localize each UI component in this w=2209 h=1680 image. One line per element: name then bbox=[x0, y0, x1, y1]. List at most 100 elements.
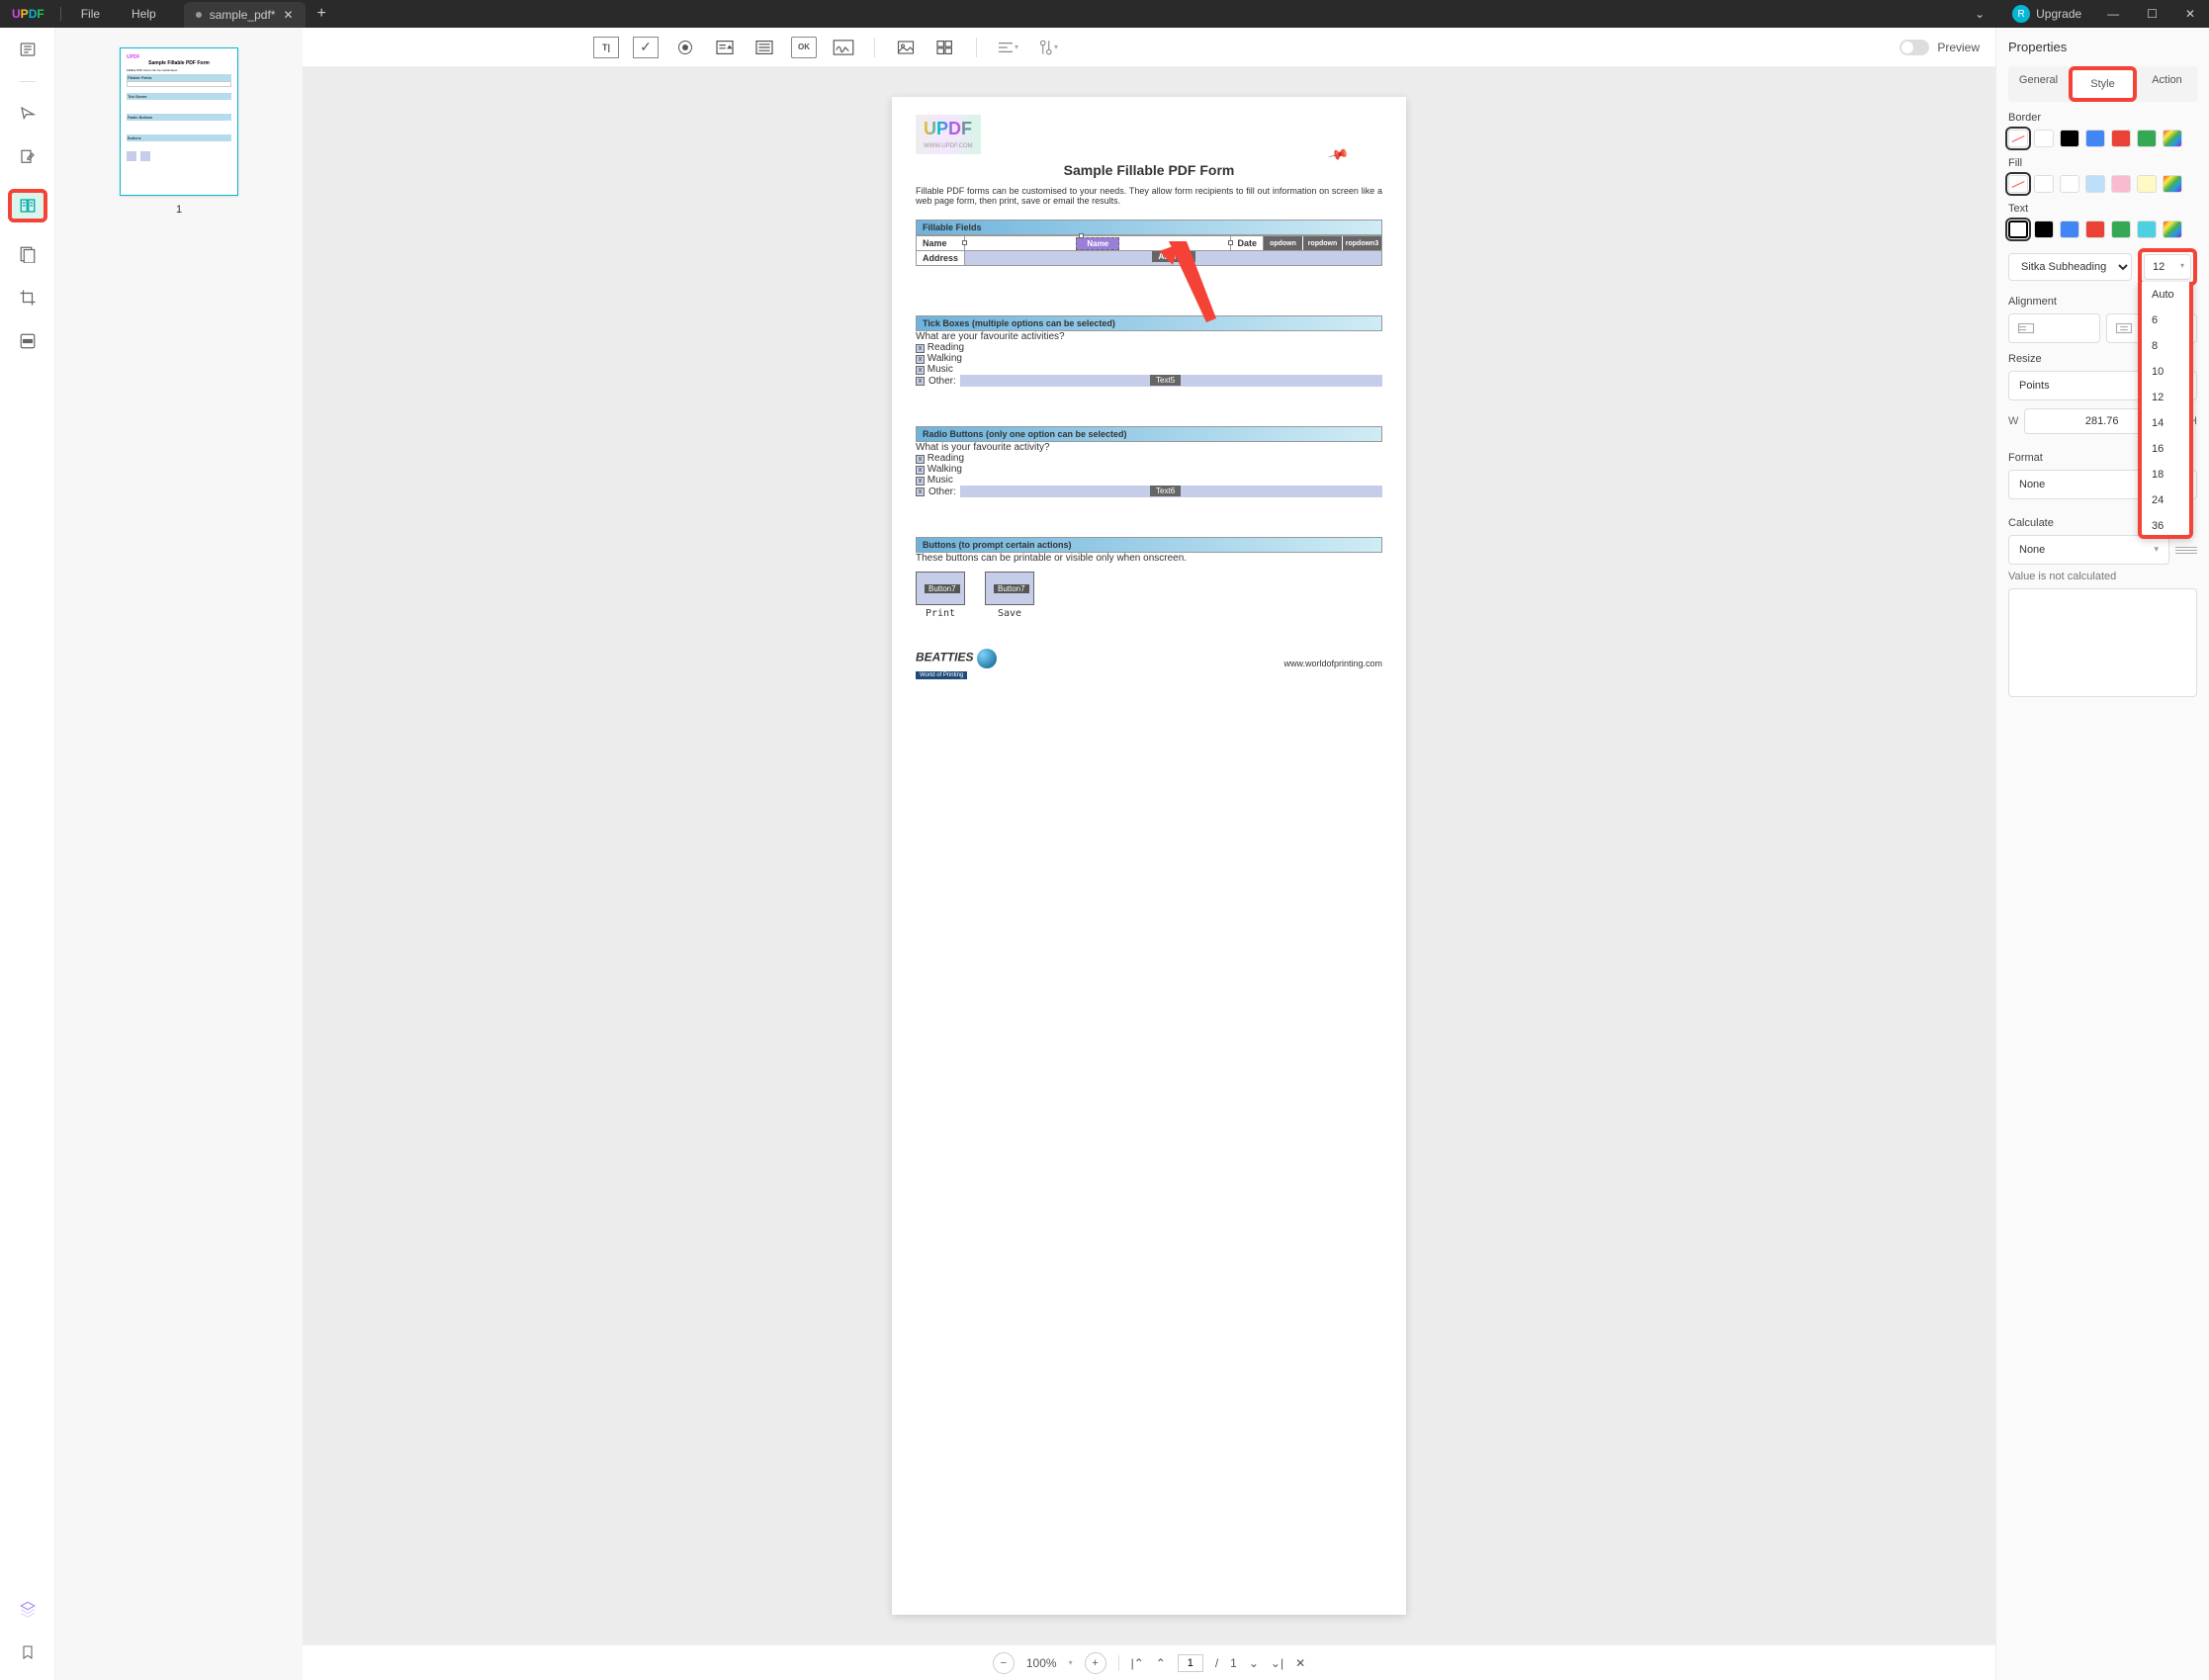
radio[interactable]: x bbox=[916, 477, 925, 486]
dropdown-field[interactable]: ropdown bbox=[1303, 236, 1343, 250]
swatch-red[interactable] bbox=[2085, 221, 2105, 238]
size-option[interactable]: 36 bbox=[2142, 513, 2189, 539]
size-option[interactable]: Auto bbox=[2142, 282, 2189, 308]
address-field-label[interactable]: Address bbox=[1152, 251, 1195, 262]
checkbox[interactable]: x bbox=[916, 344, 925, 353]
prev-page-button[interactable]: ⌃ bbox=[1156, 1656, 1166, 1670]
dropdown-field[interactable]: ropdown3 bbox=[1343, 236, 1381, 250]
swatch-multi[interactable] bbox=[2163, 175, 2182, 193]
tab-style[interactable]: Style bbox=[2069, 66, 2137, 102]
calc-textarea[interactable] bbox=[2008, 588, 2197, 697]
size-option[interactable]: 24 bbox=[2142, 487, 2189, 513]
swatch-none[interactable] bbox=[2008, 175, 2028, 193]
listbox-tool-icon[interactable] bbox=[751, 37, 777, 58]
text-field-tool-icon[interactable]: T| bbox=[593, 37, 619, 58]
image-tool-icon[interactable] bbox=[893, 37, 919, 58]
radio-tool-icon[interactable] bbox=[672, 37, 698, 58]
radio[interactable]: x bbox=[916, 455, 925, 464]
bookmark-icon[interactable] bbox=[16, 1640, 40, 1664]
radio[interactable]: x bbox=[916, 466, 925, 475]
swatch-lblue[interactable] bbox=[2085, 175, 2105, 193]
text5-field[interactable]: Text5 bbox=[1150, 375, 1181, 386]
page-thumbnail[interactable]: UPDF Sample Fillable PDF Form Fillable P… bbox=[120, 47, 238, 196]
swatch-red[interactable] bbox=[2111, 130, 2131, 147]
swatch-blue[interactable] bbox=[2060, 221, 2079, 238]
close-window-button[interactable]: ✕ bbox=[2171, 0, 2209, 28]
menu-file[interactable]: File bbox=[65, 7, 116, 21]
first-page-button[interactable]: |⌃ bbox=[1131, 1656, 1144, 1670]
swatch-black-outline[interactable] bbox=[2008, 221, 2028, 238]
minimize-button[interactable]: — bbox=[2093, 0, 2133, 28]
size-option[interactable]: 6 bbox=[2142, 308, 2189, 333]
document-tab[interactable]: sample_pdf* ✕ bbox=[184, 2, 306, 28]
size-option[interactable]: 10 bbox=[2142, 359, 2189, 385]
text6-field[interactable]: Text6 bbox=[1150, 486, 1181, 496]
maximize-button[interactable]: ☐ bbox=[2133, 0, 2171, 28]
button-tool-icon[interactable]: OK bbox=[791, 37, 817, 58]
size-option[interactable]: 8 bbox=[2142, 333, 2189, 359]
layers-icon[interactable] bbox=[16, 1597, 40, 1621]
chevron-down-icon[interactable]: ▾ bbox=[1069, 1658, 1073, 1667]
edit-tool-icon[interactable] bbox=[16, 145, 40, 169]
name-field[interactable]: Name bbox=[1076, 237, 1119, 250]
swatch-lpink[interactable] bbox=[2111, 175, 2131, 193]
close-icon[interactable]: ✕ bbox=[283, 8, 293, 22]
swatch-black[interactable] bbox=[2034, 221, 2054, 238]
form-tool-icon[interactable] bbox=[8, 189, 47, 222]
settings-icon[interactable] bbox=[2175, 541, 2197, 559]
add-tab-button[interactable]: + bbox=[317, 5, 326, 23]
swatch-none[interactable] bbox=[2008, 130, 2028, 147]
calculate-select[interactable]: None bbox=[2008, 535, 2169, 565]
align-left-button[interactable] bbox=[2008, 313, 2100, 343]
dropdown-tool-icon[interactable] bbox=[712, 37, 738, 58]
swatch-lyellow[interactable] bbox=[2137, 175, 2157, 193]
redact-tool-icon[interactable] bbox=[16, 329, 40, 353]
swatch-blue[interactable] bbox=[2085, 130, 2105, 147]
swatch-green[interactable] bbox=[2111, 221, 2131, 238]
swatch-white2[interactable] bbox=[2060, 175, 2079, 193]
canvas-viewport[interactable]: UPDF WWW.UPDF.COM 📌 Sample Fillable PDF … bbox=[303, 67, 1995, 1644]
swatch-green[interactable] bbox=[2137, 130, 2157, 147]
crop-tool-icon[interactable] bbox=[16, 286, 40, 309]
upgrade-button[interactable]: R Upgrade bbox=[2000, 5, 2093, 23]
button-field[interactable]: Button7 bbox=[985, 572, 1034, 605]
radio[interactable]: x bbox=[916, 487, 925, 496]
button-field[interactable]: Button7 bbox=[916, 572, 965, 605]
reader-tool-icon[interactable] bbox=[16, 38, 40, 61]
swatch-black[interactable] bbox=[2060, 130, 2079, 147]
swatch-cyan[interactable] bbox=[2137, 221, 2157, 238]
close-nav-button[interactable]: ✕ bbox=[1295, 1656, 1305, 1670]
date-tool-icon[interactable] bbox=[932, 37, 958, 58]
size-option[interactable]: 14 bbox=[2142, 410, 2189, 436]
zoom-value[interactable]: 100% bbox=[1026, 1656, 1057, 1670]
comment-tool-icon[interactable] bbox=[16, 102, 40, 126]
size-select[interactable]: 12 ▾ bbox=[2144, 254, 2191, 280]
font-select[interactable]: Sitka Subheading Semibold bbox=[2008, 253, 2132, 281]
last-page-button[interactable]: ⌄| bbox=[1271, 1656, 1283, 1670]
swatch-multi[interactable] bbox=[2163, 130, 2182, 147]
organize-tool-icon[interactable] bbox=[16, 242, 40, 266]
checkbox-tool-icon[interactable]: ✓ bbox=[633, 37, 659, 58]
next-page-button[interactable]: ⌄ bbox=[1249, 1656, 1259, 1670]
signature-tool-icon[interactable] bbox=[831, 37, 856, 58]
tab-action[interactable]: Action bbox=[2137, 66, 2197, 102]
zoom-out-button[interactable]: − bbox=[993, 1652, 1015, 1674]
size-option[interactable]: 12 bbox=[2142, 385, 2189, 410]
zoom-in-button[interactable]: + bbox=[1085, 1652, 1106, 1674]
pdf-page[interactable]: UPDF WWW.UPDF.COM 📌 Sample Fillable PDF … bbox=[892, 97, 1406, 1615]
checkbox[interactable]: x bbox=[916, 366, 925, 375]
dropdown-field[interactable]: opdown bbox=[1264, 236, 1303, 250]
swatch-multi[interactable] bbox=[2163, 221, 2182, 238]
swatch-white[interactable] bbox=[2034, 175, 2054, 193]
chevron-down-icon[interactable]: ⌄ bbox=[1959, 7, 2000, 21]
checkbox[interactable]: x bbox=[916, 355, 925, 364]
preview-toggle[interactable] bbox=[1900, 40, 1929, 55]
tools-tool-icon[interactable]: ▾ bbox=[1034, 37, 1060, 58]
checkbox[interactable]: x bbox=[916, 377, 925, 386]
menu-help[interactable]: Help bbox=[116, 7, 172, 21]
swatch-white[interactable] bbox=[2034, 130, 2054, 147]
page-current-input[interactable] bbox=[1178, 1654, 1203, 1672]
size-option[interactable]: 18 bbox=[2142, 462, 2189, 487]
size-option[interactable]: 16 bbox=[2142, 436, 2189, 462]
align-tool-icon[interactable]: ▾ bbox=[995, 37, 1020, 58]
